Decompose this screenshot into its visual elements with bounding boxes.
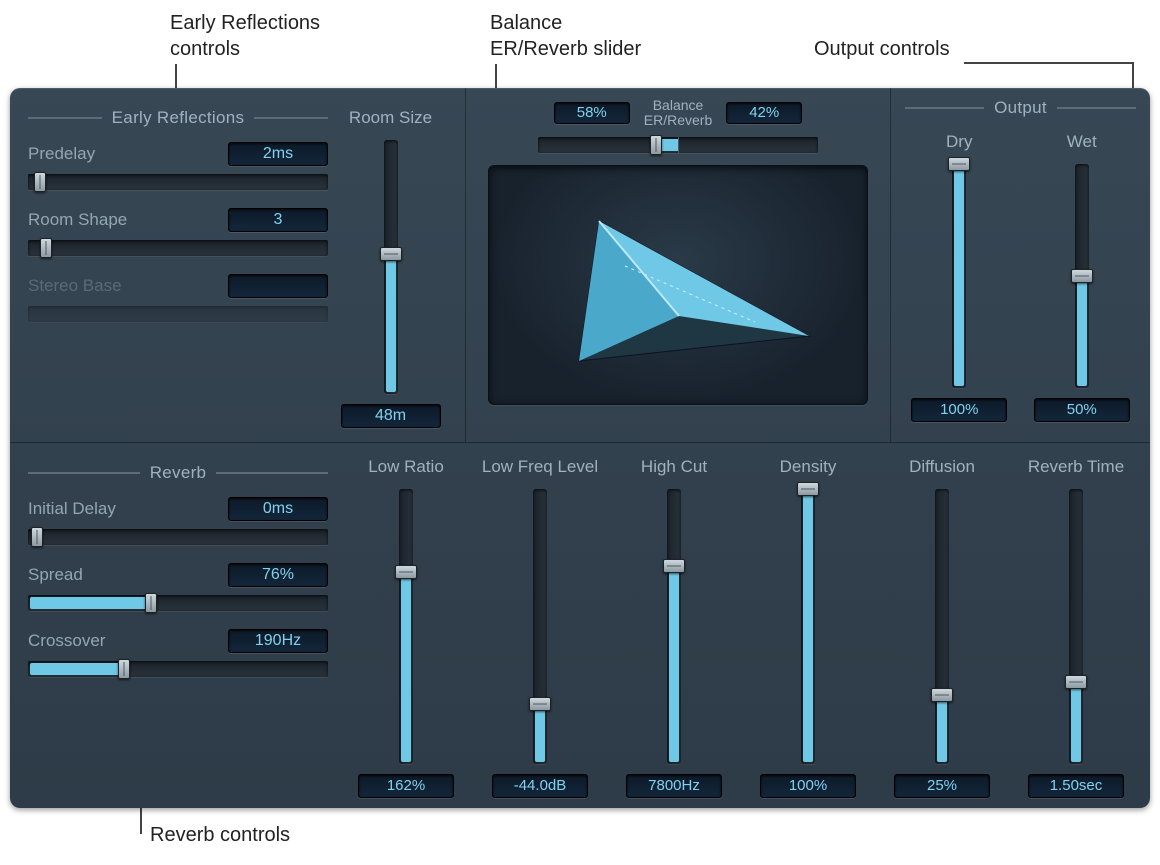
stereo-base-label: Stereo Base — [28, 276, 122, 296]
room-size-slider[interactable] — [384, 140, 398, 394]
spread-value[interactable]: 76% — [228, 563, 328, 587]
output-section: Output Dry 100% Wet 50% — [890, 88, 1150, 443]
room-size-section: Room Size 48m — [328, 108, 453, 432]
dry-label: Dry — [946, 132, 972, 152]
wet-slider[interactable] — [1075, 164, 1089, 388]
room-shape-slider[interactable] — [28, 240, 328, 256]
reverb_time-value[interactable]: 1.50sec — [1028, 774, 1124, 798]
low_freq_level-label: Low Freq Level — [482, 457, 598, 477]
low_freq_level-slider[interactable] — [533, 489, 547, 764]
reverb-title: Reverb — [150, 463, 207, 483]
reverb-section: Reverb Initial Delay 0ms Spread 76% — [10, 443, 1150, 808]
initial-delay-slider[interactable] — [28, 529, 328, 545]
callout-balance: Balance ER/Reverb slider — [490, 10, 641, 62]
density-slider[interactable] — [801, 489, 815, 764]
density-value[interactable]: 100% — [760, 774, 856, 798]
wet-label: Wet — [1067, 132, 1097, 152]
stereo-base-value — [228, 274, 328, 298]
crossover-param: Crossover 190Hz — [28, 629, 328, 677]
low_ratio-value[interactable]: 162% — [358, 774, 454, 798]
room-shape-visualization — [488, 165, 868, 405]
reverb_time-column: Reverb Time 1.50sec — [1016, 457, 1136, 798]
crossover-slider[interactable] — [28, 661, 328, 677]
low_ratio-label: Low Ratio — [368, 457, 444, 477]
stereo-base-slider — [28, 306, 328, 322]
room-size-label: Room Size — [349, 108, 432, 128]
spread-param: Spread 76% — [28, 563, 328, 611]
reverb-vertical-sliders: Low Ratio 162% Low Freq Level -44.0dB Hi… — [328, 457, 1136, 798]
initial-delay-param: Initial Delay 0ms — [28, 497, 328, 545]
diffusion-label: Diffusion — [909, 457, 975, 477]
low_ratio-slider[interactable] — [399, 489, 413, 764]
predelay-label: Predelay — [28, 144, 95, 164]
early-reflections-section: Early Reflections Predelay 2ms Room Shap… — [28, 108, 328, 432]
low_freq_level-value[interactable]: -44.0dB — [492, 774, 588, 798]
low_freq_level-column: Low Freq Level -44.0dB — [480, 457, 600, 798]
room-size-value[interactable]: 48m — [341, 404, 441, 428]
diffusion-column: Diffusion 25% — [882, 457, 1002, 798]
room-shape-param: Room Shape 3 — [28, 208, 328, 256]
density-label: Density — [780, 457, 837, 477]
high_cut-label: High Cut — [641, 457, 707, 477]
crossover-value[interactable]: 190Hz — [228, 629, 328, 653]
callout-early-reflections: Early Reflections controls — [170, 10, 320, 62]
spread-label: Spread — [28, 565, 83, 585]
predelay-value[interactable]: 2ms — [228, 142, 328, 166]
reverb-plugin-panel: Early Reflections Predelay 2ms Room Shap… — [10, 88, 1150, 808]
room-shape-label: Room Shape — [28, 210, 127, 230]
balance-title: Balance ER/Reverb — [644, 98, 712, 129]
room-shape-value[interactable]: 3 — [228, 208, 328, 232]
high_cut-column: High Cut 7800Hz — [614, 457, 734, 798]
initial-delay-value[interactable]: 0ms — [228, 497, 328, 521]
predelay-param: Predelay 2ms — [28, 142, 328, 190]
dry-value[interactable]: 100% — [911, 398, 1007, 422]
output-title: Output — [994, 98, 1047, 118]
dry-slider[interactable] — [952, 164, 966, 388]
reverb_time-label: Reverb Time — [1028, 457, 1124, 477]
balance-reverb-value[interactable]: 42% — [726, 102, 802, 124]
early-reflections-title: Early Reflections — [112, 108, 245, 128]
spread-slider[interactable] — [28, 595, 328, 611]
callout-reverb: Reverb controls — [150, 822, 290, 848]
stereo-base-param: Stereo Base — [28, 274, 328, 322]
initial-delay-label: Initial Delay — [28, 499, 116, 519]
high_cut-slider[interactable] — [667, 489, 681, 764]
low_ratio-column: Low Ratio 162% — [346, 457, 466, 798]
diffusion-value[interactable]: 25% — [894, 774, 990, 798]
high_cut-value[interactable]: 7800Hz — [626, 774, 722, 798]
wet-value[interactable]: 50% — [1034, 398, 1130, 422]
reverb_time-slider[interactable] — [1069, 489, 1083, 764]
predelay-slider[interactable] — [28, 174, 328, 190]
crossover-label: Crossover — [28, 631, 105, 651]
balance-er-value[interactable]: 58% — [554, 102, 630, 124]
callout-output: Output controls — [814, 36, 950, 62]
density-column: Density 100% — [748, 457, 868, 798]
diffusion-slider[interactable] — [935, 489, 949, 764]
balance-slider[interactable] — [538, 137, 818, 153]
balance-and-room-section: 58% Balance ER/Reverb 42% — [465, 88, 890, 443]
